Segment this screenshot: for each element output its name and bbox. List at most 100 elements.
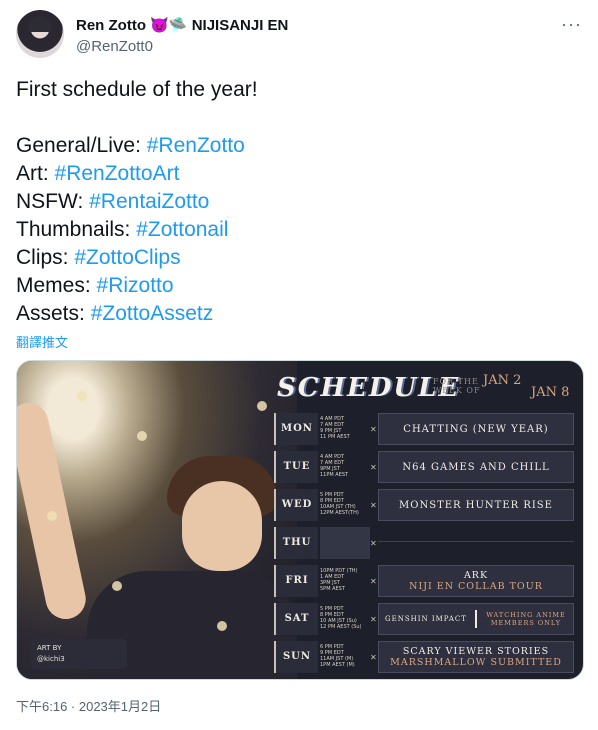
day-label: THU — [274, 527, 318, 559]
time-list: 4 AM PDT 7 AM EDT 9PM JST 11PM AEST — [320, 452, 368, 484]
author-name-row[interactable]: Ren Zotto 😈🛸 NIJISANJI EN — [76, 16, 288, 34]
event-title: MONSTER HUNTER RISE — [378, 489, 574, 521]
hashtag-link[interactable]: #Rizotto — [97, 274, 174, 297]
day-label: TUE — [274, 451, 318, 483]
tweet-header: Ren Zotto 😈🛸 NIJISANJI EN @RenZott0 ··· — [16, 10, 582, 60]
event-title: N64 GAMES AND CHILL — [378, 451, 574, 483]
time-list: 5 PM PDT 8 PM EDT 10 AM JST (Su) 12 PM A… — [320, 604, 368, 636]
time-list: 10PM PDT (TH) 1 AM EDT 3PM JST 5PM AEST — [320, 566, 368, 598]
hashtag-label: NSFW: — [16, 190, 90, 213]
art-sparkle — [217, 621, 227, 631]
hashtag-label: Thumbnails: — [16, 218, 137, 241]
hashtag-line: Thumbnails: #Zottonail — [16, 216, 582, 244]
event-box: ARK NIJI EN COLLAB TOUR — [378, 565, 574, 597]
event-box: GENSHIN IMPACT WATCHING ANIME MEMBERS ON… — [378, 603, 574, 635]
hashtag-link[interactable]: #ZottoAssetz — [91, 302, 214, 325]
art-sparkle — [47, 511, 57, 521]
tweet-timestamp[interactable]: 下午6:16 · 2023年1月2日 — [16, 696, 161, 715]
hashtag-line: Assets: #ZottoAssetz — [16, 300, 582, 328]
schedule-rows: MON 4 AM PDT 7 AM EDT 9 PM JST 11 PM AES… — [274, 413, 582, 679]
schedule-row-sun: SUN 6 PM PDT 9 PM EDT 11AM JST (M) 1PM A… — [274, 641, 582, 673]
tweet-text: First schedule of the year! General/Live… — [16, 76, 582, 328]
hashtag-link[interactable]: #RentaiZotto — [89, 190, 209, 213]
hashtag-label: Clips: — [16, 246, 75, 269]
hashtag-line: Clips: #ZottoClips — [16, 244, 582, 272]
time-list: 6 PM PDT 9 PM EDT 11AM JST (M) 1PM AEST … — [320, 642, 368, 674]
event-title: CHATTING (NEW YEAR) — [378, 413, 574, 445]
event-subtitle: MARSHMALLOW SUBMITTED — [390, 657, 562, 668]
art-face — [182, 481, 262, 571]
x-mark-icon: ✕ — [370, 615, 377, 624]
schedule-row-sat: SAT 5 PM PDT 8 PM EDT 10 AM JST (Su) 12 … — [274, 603, 582, 635]
display-name[interactable]: Ren Zotto — [76, 17, 146, 34]
time-list: 5 PM PDT 8 PM EDT 10AM JST (TH) 12PM AES… — [320, 490, 368, 522]
event-box: SCARY VIEWER STORIES MARSHMALLOW SUBMITT… — [378, 641, 574, 673]
event-divider — [474, 610, 477, 628]
translate-link[interactable]: 翻譯推文 — [16, 332, 68, 351]
time-aest: 12 PM AEST (Su) — [320, 624, 362, 630]
hashtag-label: Art: — [16, 162, 55, 185]
x-mark-icon: ✕ — [370, 501, 377, 510]
affiliation: NIJISANJI EN — [191, 17, 289, 34]
event-title: GENSHIN IMPACT — [385, 615, 467, 623]
hashtag-link[interactable]: #RenZottoArt — [55, 162, 180, 185]
hashtag-label: General/Live: — [16, 134, 147, 157]
hashtag-label: Assets: — [16, 302, 91, 325]
time-aest: 11 PM AEST — [320, 434, 350, 440]
time-aest: 12PM AEST(TH) — [320, 510, 359, 516]
day-label: SUN — [274, 641, 318, 673]
art-by-label: ART BY — [37, 644, 62, 652]
x-mark-icon: ✕ — [370, 425, 377, 434]
schedule-row-thu: THU ✕ — [274, 527, 582, 559]
avatar[interactable] — [16, 10, 64, 58]
date-start: JAN 2 — [483, 373, 522, 388]
hashtag-line: NSFW: #RentaiZotto — [16, 188, 582, 216]
hashtag-link[interactable]: #ZottoClips — [74, 246, 180, 269]
time-aest: 5PM AEST — [320, 586, 345, 592]
event-title: ARK — [463, 570, 489, 581]
day-label: MON — [274, 413, 318, 445]
day-label: SAT — [274, 603, 318, 635]
schedule-row-fri: FRI 10PM PDT (TH) 1 AM EDT 3PM JST 5PM A… — [274, 565, 582, 597]
week-label-1: FOR THE — [433, 377, 479, 386]
week-label-2: WEEK OF — [433, 386, 481, 395]
time-aest: 1PM AEST (M) — [320, 662, 355, 668]
art-sparkle — [112, 581, 122, 591]
week-label: FOR THE WEEK OF — [433, 377, 481, 395]
time-aest: 11PM AEST — [320, 472, 349, 478]
hashtag-link[interactable]: #RenZotto — [147, 134, 245, 157]
hashtag-label: Memes: — [16, 274, 97, 297]
art-sparkle — [77, 391, 87, 401]
name-emoji: 😈🛸 — [150, 17, 188, 34]
art-sparkle — [137, 431, 147, 441]
more-options-icon[interactable]: ··· — [561, 14, 582, 35]
event-subtitle: WATCHING ANIME MEMBERS ONLY — [486, 611, 566, 627]
x-mark-icon: ✕ — [370, 653, 377, 662]
hashtag-line: Memes: #Rizotto — [16, 272, 582, 300]
time-list: 4 AM PDT 7 AM EDT 9 PM JST 11 PM AEST — [320, 414, 368, 446]
x-mark-icon: ✕ — [370, 539, 377, 548]
schedule-image[interactable]: ART BY @kichi3 SCHEDULE FOR THE WEEK OF … — [16, 360, 584, 680]
author-handle[interactable]: @RenZott0 — [76, 38, 153, 55]
art-credit: ART BY @kichi3 — [31, 639, 127, 669]
artist-handle: @kichi3 — [37, 655, 65, 663]
schedule-row-tue: TUE 4 AM PDT 7 AM EDT 9PM JST 11PM AEST … — [274, 451, 582, 483]
empty-time-slot — [320, 527, 370, 559]
hashtag-link[interactable]: #Zottonail — [136, 218, 228, 241]
tweet-intro: First schedule of the year! — [16, 78, 258, 101]
empty-event-line — [378, 541, 574, 542]
art-sparkle — [257, 401, 267, 411]
event-subtitle: NIJI EN COLLAB TOUR — [409, 581, 543, 592]
hashtag-line: General/Live: #RenZotto — [16, 132, 582, 160]
date-end: JAN 8 — [531, 385, 570, 400]
character-art: ART BY @kichi3 — [17, 361, 297, 679]
schedule-row-wed: WED 5 PM PDT 8 PM EDT 10AM JST (TH) 12PM… — [274, 489, 582, 521]
hashtag-line: Art: #RenZottoArt — [16, 160, 582, 188]
x-mark-icon: ✕ — [370, 577, 377, 586]
event-title: SCARY VIEWER STORIES — [402, 646, 550, 657]
day-label: FRI — [274, 565, 318, 597]
day-label: WED — [274, 489, 318, 521]
x-mark-icon: ✕ — [370, 463, 377, 472]
schedule-row-mon: MON 4 AM PDT 7 AM EDT 9 PM JST 11 PM AES… — [274, 413, 582, 445]
